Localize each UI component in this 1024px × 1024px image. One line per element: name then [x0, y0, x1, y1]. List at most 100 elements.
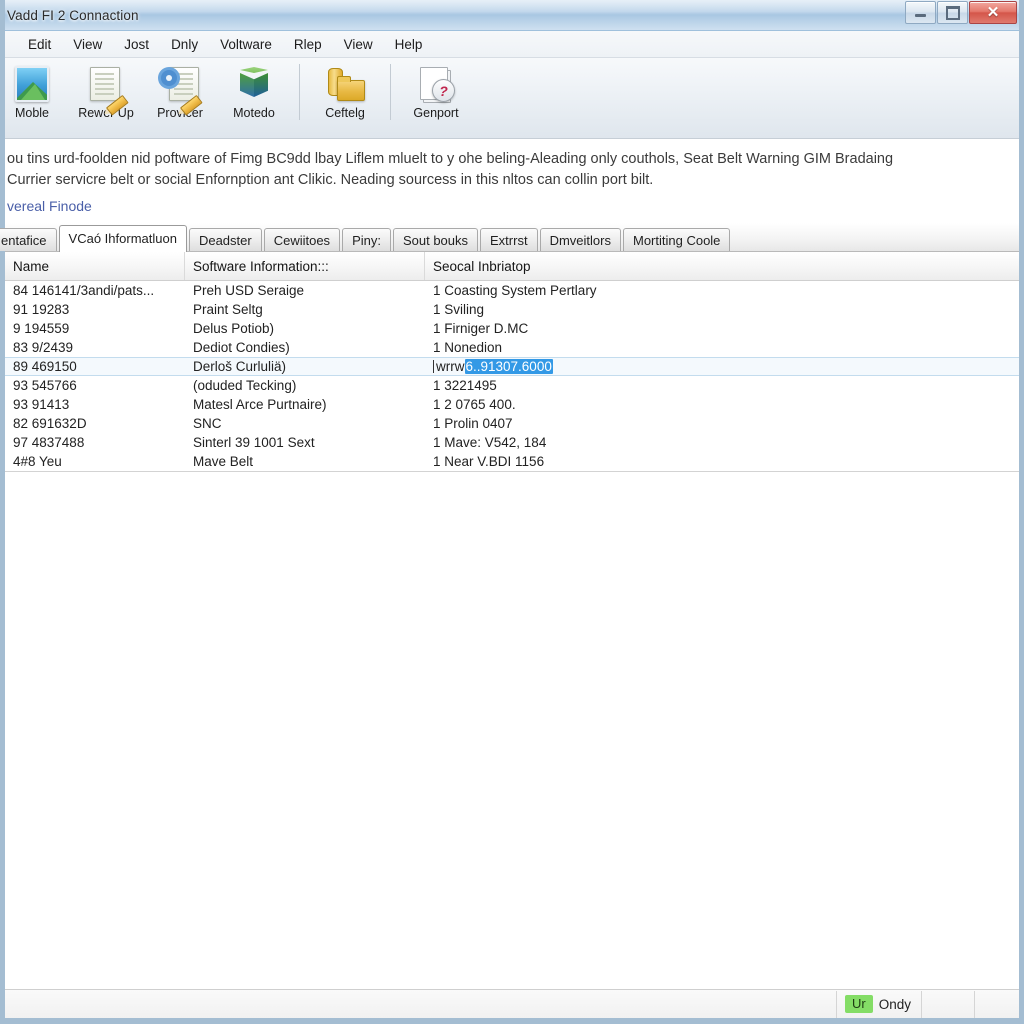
cell-info: 1 Mave: V542, 184	[433, 435, 547, 450]
tab-sout-bouks[interactable]: Sout bouks	[392, 228, 479, 251]
tab-entafice[interactable]: entafice	[0, 228, 57, 251]
toolbar-label-ceftelg: Ceftelg	[325, 106, 365, 120]
cell-software: Praint Seltg	[193, 302, 263, 317]
cell-info: 1 Near V.BDI 1156	[433, 454, 545, 469]
text-caret	[433, 360, 434, 373]
table-row[interactable]: 93 545766 (oduded Tecking) 1 3221495	[5, 376, 1019, 395]
cell-software: Preh USD Seraige	[193, 283, 305, 298]
toolbar-button-ceftelg[interactable]: Ceftelg	[308, 62, 382, 120]
cell-info-highlight: 6..91307.6000	[464, 359, 553, 374]
cell-info-prefix: wrrw	[436, 359, 465, 374]
column-header-info[interactable]: Seocal Inbriatop	[425, 252, 1019, 280]
tab-cewiitoes[interactable]: Cewiitoes	[263, 228, 341, 251]
toolbar-button-genport[interactable]: ? Genport	[399, 62, 473, 120]
table-row[interactable]: 84 146141/3andi/pats... Preh USD Seraige…	[5, 281, 1019, 300]
menu-item-edit[interactable]: Edit	[17, 34, 62, 55]
window-title: Vadd FI 2 Connaction	[7, 7, 139, 23]
cell-info: 1 3221495	[433, 378, 497, 393]
maximize-icon	[945, 5, 960, 20]
table-row[interactable]: 82 691632D SNC 1 Prolin 0407	[5, 414, 1019, 433]
table-row[interactable]: 83 9/2439 Dediot Condies) 1 Nonedion	[5, 338, 1019, 357]
cell-software: SNC	[193, 416, 222, 431]
status-cell-a	[921, 990, 974, 1018]
maximize-button[interactable]	[937, 1, 968, 24]
toolbar-button-rewer-up[interactable]: Rewer Up	[69, 62, 143, 120]
cell-info: 1 2 0765 400.	[433, 397, 516, 412]
description-line-2: Currier servicre belt or social Enfornpt…	[7, 172, 654, 188]
status-cell-b	[974, 990, 1019, 1018]
menu-item-help[interactable]: Help	[384, 34, 434, 55]
cell-info: 1 Coasting System Pertlary	[433, 283, 597, 298]
cell-info: 1 Firniger D.MC	[433, 321, 529, 336]
cell-name: 4#8 Yeu	[13, 454, 62, 469]
tab-extrrst[interactable]: Extrrst	[480, 228, 538, 251]
table-header-row: Name Software Information::: Seocal Inbr…	[5, 252, 1019, 281]
tab-piny[interactable]: Piny:	[342, 228, 391, 251]
toolbar-button-provicer[interactable]: Provicer	[143, 62, 217, 120]
menu-item-jost[interactable]: Jost	[113, 34, 160, 55]
menu-item-voltware[interactable]: Voltware	[209, 34, 283, 55]
menu-item-rlep[interactable]: Rlep	[283, 34, 333, 55]
cell-name: 93 545766	[13, 378, 77, 393]
photo-icon	[12, 64, 52, 104]
status-text: Ondy	[878, 996, 911, 1012]
description-line-1: ou tins urd-foolden nid poftware of Fimg…	[7, 151, 894, 167]
cell-name: 84 146141/3andi/pats...	[13, 283, 155, 298]
close-icon: ✕	[986, 4, 1000, 21]
cell-name: 91 19283	[13, 302, 70, 317]
title-bar[interactable]: Vadd FI 2 Connaction ✕	[5, 0, 1019, 31]
table-row[interactable]: 4#8 Yeu Mave Belt 1 Near V.BDI 1156	[5, 452, 1019, 471]
table-row[interactable]: 9 194559 Delus Potiob) 1 Firniger D.MC	[5, 319, 1019, 338]
cell-info: 1 Nonedion	[433, 340, 503, 355]
table-row[interactable]: 97 4837488 Sinterl 39 1001 Sext 1 Mave: …	[5, 433, 1019, 452]
cell-name: 93 91413	[13, 397, 70, 412]
status-bar: Ur Ondy	[5, 989, 1019, 1018]
cell-name: 83 9/2439	[13, 340, 74, 355]
table-empty-area	[5, 730, 1019, 989]
cell-info-selected: wrrw6..91307.6000	[425, 359, 1019, 374]
toolbar-button-moble[interactable]: Moble	[0, 62, 69, 120]
cell-software: Mave Belt	[193, 454, 254, 469]
toolbar-button-motedo[interactable]: Motedo	[217, 62, 291, 120]
toolbar-separator-1	[299, 64, 300, 120]
menu-bar: Edit View Jost Dnly Voltware Rlep View H…	[5, 31, 1019, 58]
toolbar: Moble Rewer Up Provicer Motedo Ceftelg ?…	[5, 58, 1019, 139]
cell-name: 9 194559	[13, 321, 70, 336]
cell-info: 1 Sviling	[433, 302, 485, 317]
toolbar-separator-2	[390, 64, 391, 120]
cell-software: Sinterl 39 1001 Sext	[193, 435, 315, 450]
tab-dmveitlors[interactable]: Dmveitlors	[539, 228, 621, 251]
column-header-software[interactable]: Software Information:::	[185, 252, 425, 280]
menu-item-view-2[interactable]: View	[333, 34, 384, 55]
column-header-name[interactable]: Name	[5, 252, 185, 280]
menu-item-view[interactable]: View	[62, 34, 113, 55]
tab-mortiting-coole[interactable]: Mortiting Coole	[622, 228, 731, 251]
cell-software: Dediot Condies)	[193, 340, 290, 355]
table-row-selected[interactable]: 89 469150 Derloš Curluliä) wrrw6..91307.…	[5, 357, 1019, 376]
menu-item-dnly[interactable]: Dnly	[160, 34, 209, 55]
folder-icon	[325, 64, 365, 104]
application-window: Vadd FI 2 Connaction ✕ Edit View Jost Dn…	[0, 0, 1024, 1024]
tab-strip: entafice VCaó Ihformatluon Deadster Cewi…	[0, 223, 1019, 252]
minimize-button[interactable]	[905, 1, 936, 24]
window-controls: ✕	[904, 1, 1017, 24]
toolbar-label-motedo: Motedo	[233, 106, 275, 120]
cell-software: Derloš Curluliä)	[193, 359, 287, 374]
help-pages-icon: ?	[416, 64, 456, 104]
toolbar-label-genport: Genport	[413, 106, 459, 120]
cell-software: Delus Potiob)	[193, 321, 275, 336]
cell-name: 97 4837488	[13, 435, 85, 450]
table-body: 84 146141/3andi/pats... Preh USD Seraige…	[5, 281, 1019, 731]
table-row[interactable]: 93 91413 Matesl Arce Purtnaire) 1 2 0765…	[5, 395, 1019, 414]
tab-deadster[interactable]: Deadster	[188, 228, 262, 251]
tab-vcad-information[interactable]: VCaó Ihformatluon	[58, 225, 187, 252]
description-panel: ou tins urd-foolden nid poftware of Fimg…	[5, 139, 1019, 223]
close-button[interactable]: ✕	[969, 1, 1017, 24]
toolbar-label-moble: Moble	[14, 106, 50, 120]
table-row[interactable]: 91 19283 Praint Seltg 1 Sviling	[5, 300, 1019, 319]
cell-software: (oduded Tecking)	[193, 378, 297, 393]
table-bottom-divider	[5, 471, 1019, 472]
cube-icon	[234, 64, 274, 104]
description-link[interactable]: vereal Finode	[5, 198, 92, 214]
cell-info: 1 Prolin 0407	[433, 416, 513, 431]
